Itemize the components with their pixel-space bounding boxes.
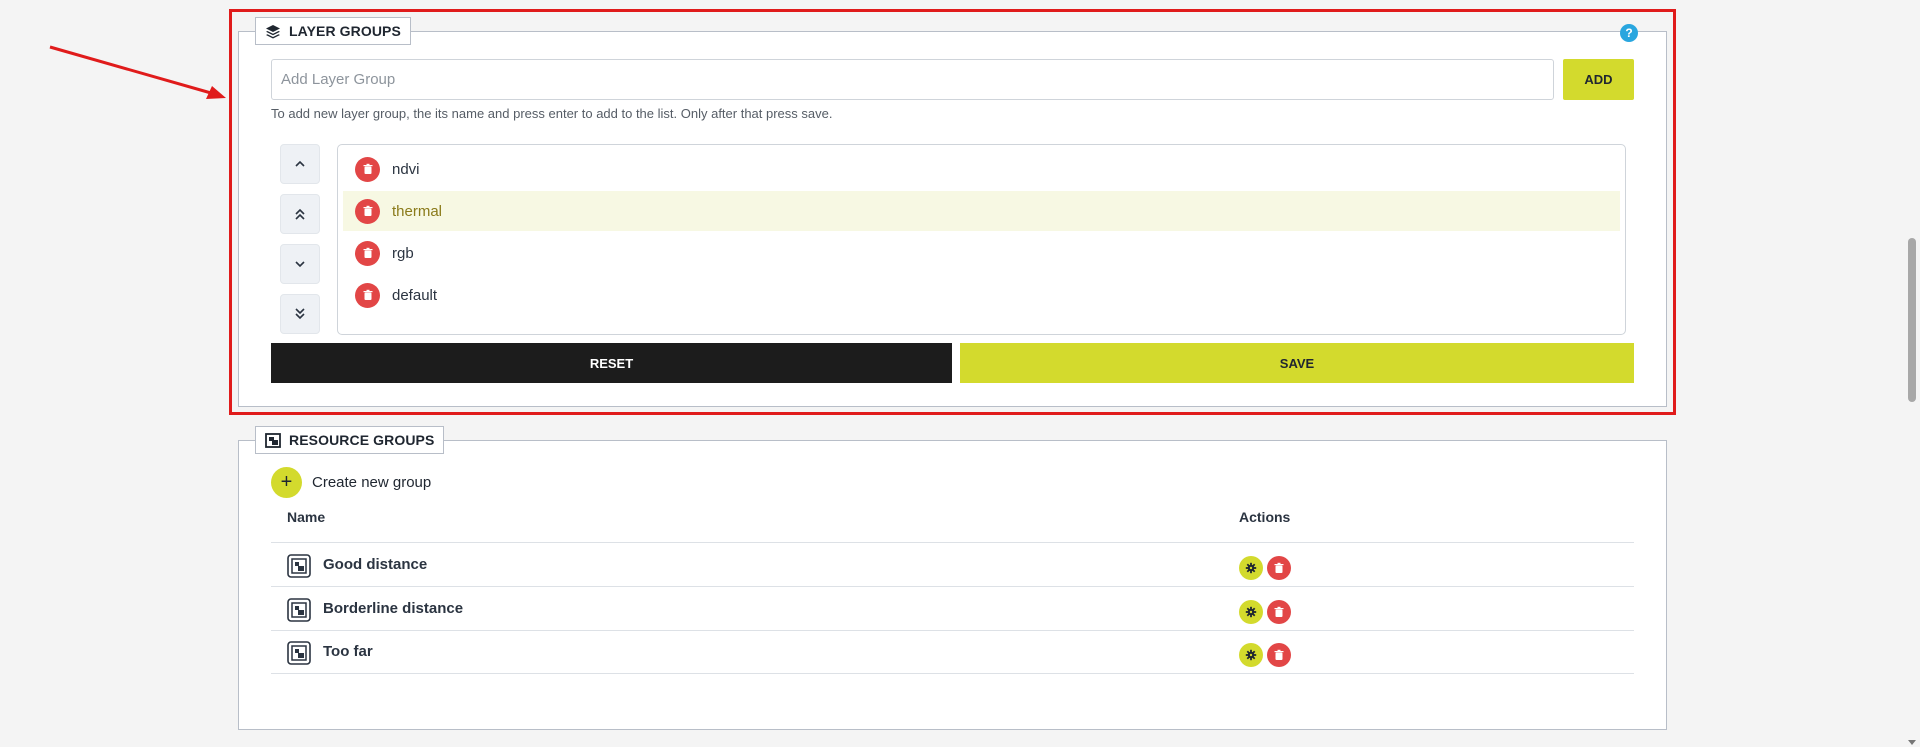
table-row: Borderline distance [271,588,1634,631]
image-gallery-icon [287,597,311,622]
annotation-arrow [49,45,226,99]
image-gallery-icon [287,641,311,665]
table-row: Good distance [271,544,1634,587]
settings-button[interactable] [1239,643,1263,667]
row-actions [1239,556,1291,580]
scroll-down-arrow-icon[interactable] [1908,740,1916,745]
settings-button[interactable] [1239,556,1263,580]
resource-group-name[interactable]: Too far [323,643,373,660]
resource-group-name[interactable]: Borderline distance [323,600,463,617]
gear-icon [1245,562,1257,574]
trash-icon [1274,562,1284,573]
annotation-highlight-box [229,9,1676,415]
resource-groups-panel: RESOURCE GROUPS + Create new group Name … [238,426,1667,730]
delete-group-button[interactable] [1267,599,1291,624]
scrollbar-thumb[interactable] [1908,238,1916,402]
gear-icon [1245,606,1257,617]
image-gallery-icon [287,554,311,578]
image-gallery-icon [265,432,281,448]
column-header-name: Name [287,509,326,525]
create-group-label: Create new group [312,474,432,491]
table-header: Name Actions [271,507,1634,543]
resource-group-name[interactable]: Good distance [323,556,427,573]
delete-group-button[interactable] [1267,643,1291,667]
row-actions [1239,599,1291,624]
trash-icon [1274,649,1284,660]
plus-icon: + [271,467,302,498]
resource-groups-title: RESOURCE GROUPS [289,432,435,448]
delete-group-button[interactable] [1267,556,1291,580]
resource-groups-legend: RESOURCE GROUPS [255,426,445,454]
settings-button[interactable] [1239,599,1263,624]
column-header-actions: Actions [1239,509,1291,525]
row-actions [1239,643,1291,667]
page-scrollbar[interactable] [1904,0,1920,747]
trash-icon [1274,606,1284,617]
create-group-button[interactable]: + Create new group [271,467,431,498]
gear-icon [1245,649,1257,661]
table-row: Too far [271,631,1634,674]
